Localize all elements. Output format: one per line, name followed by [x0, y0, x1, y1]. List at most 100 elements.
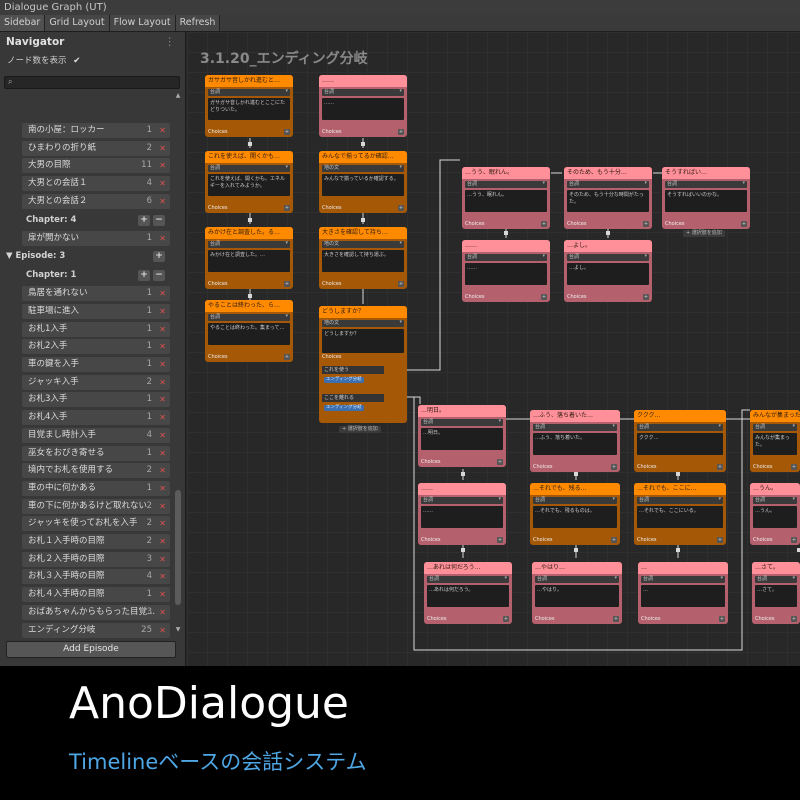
- list-item[interactable]: ジャッキを使ってお札を入手 2 ✕: [22, 516, 170, 532]
- node-count-toggle[interactable]: ノード数を表示 ✔: [0, 52, 185, 70]
- dialogue-node[interactable]: みんなで揃ってるか確認…地の文みんなで揃っているか確認する。 Choices +: [319, 151, 407, 213]
- node-type-select[interactable]: 地の文: [322, 164, 404, 172]
- node-type-select[interactable]: 台詞: [421, 496, 503, 504]
- node-text[interactable]: …それでも、残るものは。: [533, 506, 617, 528]
- node-text[interactable]: …よし。: [567, 263, 649, 285]
- add-item-icon[interactable]: +: [138, 214, 150, 226]
- delete-icon[interactable]: ✕: [159, 141, 166, 156]
- delete-icon[interactable]: ✕: [159, 499, 166, 514]
- node-header[interactable]: …うん。: [750, 483, 800, 495]
- dialogue-node[interactable]: …やはり…台詞 …やはり。 Choices +: [532, 562, 622, 624]
- delete-icon[interactable]: ✕: [159, 231, 166, 246]
- list-item[interactable]: 南の小屋：ロッカー 1 ✕: [22, 123, 170, 138]
- node-type-select[interactable]: 台詞: [637, 496, 723, 504]
- add-choice-icon[interactable]: +: [791, 537, 797, 543]
- add-choice-icon[interactable]: +: [741, 221, 747, 227]
- grid-layout-button[interactable]: Grid Layout: [45, 15, 110, 31]
- add-choice-icon[interactable]: +: [398, 281, 404, 287]
- node-text[interactable]: ククク…: [637, 433, 723, 455]
- dialogue-node[interactable]: どうしますか？地の文どうしますか？Choicesこれを使うエンディング分岐ここを…: [319, 306, 407, 423]
- dialogue-node[interactable]: 大きさを確認して持ち…地の文大きさを確認して持ち運ぶ。 Choices +: [319, 227, 407, 289]
- delete-icon[interactable]: ✕: [159, 605, 166, 620]
- node-text[interactable]: どうしますか？: [322, 329, 404, 353]
- delete-icon[interactable]: ✕: [159, 357, 166, 372]
- delete-icon[interactable]: ✕: [159, 176, 166, 191]
- scroll-down-icon[interactable]: ▼: [174, 626, 182, 633]
- dialogue-node[interactable]: …明日。台詞…明日。Choices+: [418, 405, 506, 467]
- chapter-header[interactable]: Chapter: 1 + −: [26, 268, 166, 283]
- dialogue-node[interactable]: …それでも、残る…台詞 …それでも、残るものは。 Choices +: [530, 483, 620, 545]
- add-choice-icon[interactable]: +: [284, 129, 290, 135]
- add-choice-button[interactable]: + 選択肢を追加: [683, 230, 725, 237]
- node-header[interactable]: …ふう、落ち着いた…: [530, 410, 620, 422]
- delete-icon[interactable]: ✕: [159, 286, 166, 301]
- delete-icon[interactable]: ✕: [159, 587, 166, 602]
- delete-icon[interactable]: ✕: [159, 304, 166, 319]
- node-header[interactable]: ガサガサ音しかれ進むと…: [205, 75, 293, 87]
- list-item[interactable]: お札2入手 1 ✕: [22, 339, 170, 355]
- list-item[interactable]: 大男の目際 11 ✕: [22, 158, 170, 174]
- list-item[interactable]: 車の鍵を入手 1 ✕: [22, 357, 170, 372]
- node-text[interactable]: みんなが集まった。: [753, 433, 797, 455]
- add-choice-icon[interactable]: +: [284, 354, 290, 360]
- sidebar-toggle-button[interactable]: Sidebar: [0, 15, 46, 31]
- list-item[interactable]: ひまわりの折り紙 2 ✕: [22, 140, 170, 156]
- node-type-select[interactable]: 台詞: [533, 496, 617, 504]
- dialogue-node[interactable]: ……台詞……Choices+: [462, 240, 550, 302]
- node-type-select[interactable]: 台詞: [465, 180, 547, 188]
- dialogue-node[interactable]: …台詞…Choices+: [638, 562, 728, 624]
- add-choice-icon[interactable]: +: [791, 616, 797, 622]
- dialogue-node[interactable]: …ふう、落ち着いた…台詞 …ふう、落ち着いた。 Choices +: [530, 410, 620, 472]
- add-choice-icon[interactable]: +: [717, 464, 723, 470]
- node-text[interactable]: …明日。: [421, 428, 503, 450]
- node-type-select[interactable]: 台詞: [533, 423, 617, 431]
- delete-icon[interactable]: ✕: [159, 481, 166, 496]
- node-type-select[interactable]: 台詞: [637, 423, 723, 431]
- delete-icon[interactable]: ✕: [159, 123, 166, 138]
- node-type-select[interactable]: 台詞: [208, 240, 290, 248]
- list-item[interactable]: 駐車場に進入 1 ✕: [22, 303, 170, 319]
- list-item[interactable]: 境内でお札を使用する 2 ✕: [22, 463, 170, 479]
- dialogue-node[interactable]: そうすればい…台詞そうすればいいのかな。 Choices +: [662, 167, 750, 229]
- list-item[interactable]: 目覚まし時計入手 4 ✕: [22, 427, 170, 443]
- list-item[interactable]: 大男との会話２ 6 ✕: [22, 193, 170, 209]
- node-text[interactable]: …やはり。: [535, 585, 619, 607]
- node-type-select[interactable]: 台詞: [641, 575, 725, 583]
- add-choice-icon[interactable]: +: [497, 537, 503, 543]
- node-text[interactable]: …うん。: [753, 506, 797, 528]
- node-text[interactable]: やることは終わった。集まって…: [208, 323, 290, 345]
- delete-icon[interactable]: ✕: [159, 428, 166, 443]
- kebab-icon[interactable]: ⋮: [165, 32, 176, 52]
- node-text[interactable]: そうすればいいのかな。: [665, 190, 747, 212]
- dialogue-node[interactable]: ……台詞……Choices+: [418, 483, 506, 545]
- add-choice-icon[interactable]: +: [541, 294, 547, 300]
- dialogue-node[interactable]: ガサガサ音しかれ進むと…台詞ガサガサ音しかれ進むとここにたどりついた。 Choic…: [205, 75, 293, 137]
- node-text[interactable]: ……: [421, 506, 503, 528]
- node-header[interactable]: どうしますか？: [319, 306, 407, 318]
- dialogue-node[interactable]: …あれは何だろう…台詞 …あれは何だろう。 Choices +: [424, 562, 512, 624]
- add-choice-icon[interactable]: +: [284, 205, 290, 211]
- list-item[interactable]: 車の下に何かあるけど取れない 2 ✕: [22, 498, 170, 514]
- delete-icon[interactable]: ✕: [159, 463, 166, 478]
- node-text[interactable]: ガサガサ音しかれ進むとここにたどりついた。: [208, 98, 290, 120]
- list-item[interactable]: お札４入手時の目際 1 ✕: [22, 587, 170, 603]
- list-item[interactable]: 大男との会話１ 4 ✕: [22, 176, 170, 192]
- add-choice-icon[interactable]: +: [398, 129, 404, 135]
- add-choice-icon[interactable]: +: [719, 616, 725, 622]
- delete-icon[interactable]: ✕: [159, 339, 166, 354]
- node-text[interactable]: そのため、もう十分な時間がたった。: [567, 190, 649, 212]
- list-item[interactable]: お札３入手時の目際 4 ✕: [22, 569, 170, 585]
- node-header[interactable]: ククク…: [634, 410, 726, 422]
- node-header[interactable]: …あれは何だろう…: [424, 562, 512, 574]
- choice-row[interactable]: ここを離れる: [322, 394, 384, 402]
- node-header[interactable]: そのため、もう十分…: [564, 167, 652, 179]
- add-choice-icon[interactable]: +: [611, 464, 617, 470]
- node-header[interactable]: みんなが集まった…: [750, 410, 800, 422]
- flow-layout-button[interactable]: Flow Layout: [109, 15, 176, 31]
- node-header[interactable]: そうすればい…: [662, 167, 750, 179]
- list-item[interactable]: 扉が開かない 1 ✕: [22, 230, 170, 246]
- add-episode-button[interactable]: Add Episode: [6, 641, 176, 658]
- scrollbar-thumb[interactable]: [175, 490, 181, 605]
- node-type-select[interactable]: 台詞: [567, 180, 649, 188]
- remove-item-icon[interactable]: −: [153, 270, 165, 282]
